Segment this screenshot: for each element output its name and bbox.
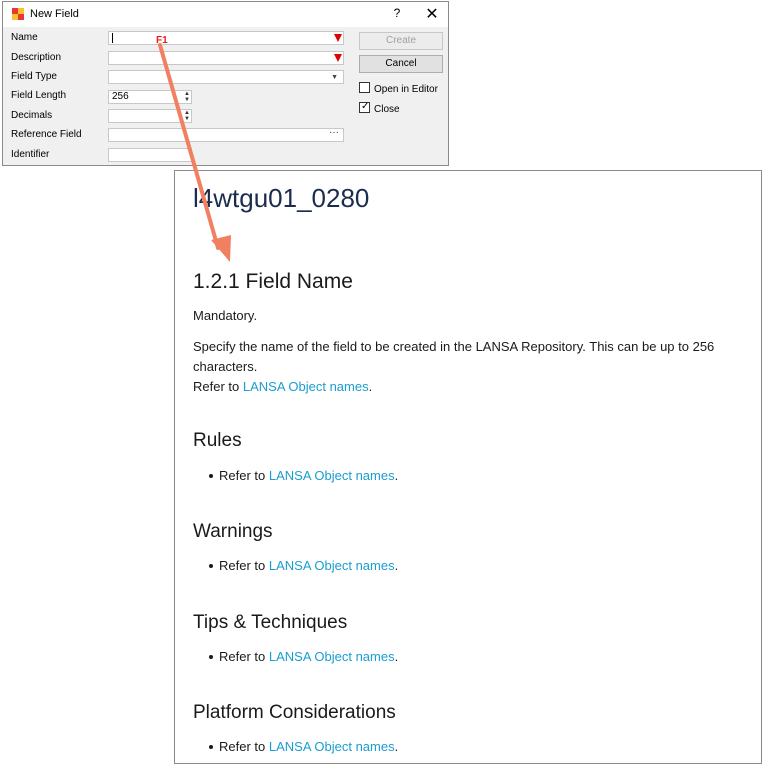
name-input[interactable] [108, 31, 344, 45]
spin-arrows-icon[interactable]: ▲ ▼ [184, 91, 190, 103]
app-icon [12, 8, 24, 20]
tips-list-item: Refer to LANSA Object names. [209, 649, 399, 664]
help-panel: l4wtgu01_0280 1.2.1 Field Name Mandatory… [174, 170, 762, 764]
period: . [368, 379, 373, 394]
bullet-icon [209, 564, 213, 568]
decimals-label: Decimals [11, 110, 53, 121]
description-line-2: characters. [193, 359, 258, 374]
close-checkbox[interactable]: ✓ Close [359, 101, 400, 115]
checkbox-checked-icon[interactable]: ✓ [359, 101, 370, 113]
period: . [394, 649, 399, 664]
close-icon[interactable]: ✕ [424, 4, 440, 24]
identifier-input[interactable] [108, 148, 192, 162]
period: . [394, 558, 399, 573]
dialog-title: New Field [30, 8, 79, 20]
lansa-object-names-link[interactable]: LANSA Object names [269, 468, 395, 483]
rules-list-item: Refer to LANSA Object names. [209, 468, 399, 483]
text-caret [112, 33, 113, 43]
new-field-dialog: New Field ? ✕ Name Description Field Typ… [2, 1, 449, 166]
refer-prefix: Refer to [219, 739, 269, 754]
refer-prefix: Refer to [219, 649, 269, 664]
create-button[interactable]: Create [359, 32, 443, 50]
bullet-icon [209, 655, 213, 659]
reference-field-input[interactable]: ··· [108, 127, 344, 142]
lansa-object-names-link[interactable]: LANSA Object names [269, 649, 395, 664]
lansa-object-names-link[interactable]: LANSA Object names [269, 739, 395, 754]
description-line-1: Specify the name of the field to be crea… [193, 339, 715, 354]
open-in-editor-label: Open in Editor [374, 84, 438, 95]
chevron-down-icon[interactable]: ▼ [331, 72, 338, 84]
bullet-icon [209, 745, 213, 749]
help-heading: 1.2.1 Field Name [193, 270, 353, 293]
spin-arrows-icon[interactable]: ▲ ▼ [184, 110, 190, 122]
field-type-label: Field Type [11, 71, 57, 82]
dialog-titlebar[interactable]: New Field ? ✕ [3, 2, 448, 27]
period: . [394, 739, 399, 754]
field-length-label: Field Length [11, 90, 67, 101]
platform-list-item: Refer to LANSA Object names. [209, 739, 399, 754]
lansa-object-names-link[interactable]: LANSA Object names [243, 379, 369, 394]
description-paragraph: Specify the name of the field to be crea… [193, 337, 753, 397]
warnings-list-item: Refer to LANSA Object names. [209, 558, 399, 573]
field-type-select[interactable]: ▼ [108, 70, 344, 84]
checkbox-unchecked-icon[interactable] [359, 82, 370, 93]
field-length-value: 256 [112, 91, 129, 102]
f1-key-annotation: F1 [156, 35, 168, 46]
lansa-object-names-link[interactable]: LANSA Object names [269, 558, 395, 573]
mandatory-indicator-icon [334, 34, 342, 42]
decimals-stepper[interactable]: ▲ ▼ [108, 109, 192, 123]
reference-field-label: Reference Field [11, 129, 82, 140]
platform-heading: Platform Considerations [193, 702, 396, 723]
name-label: Name [11, 32, 38, 43]
bullet-icon [209, 474, 213, 478]
description-input[interactable] [108, 51, 344, 65]
help-button[interactable]: ? [390, 6, 404, 20]
warnings-heading: Warnings [193, 521, 273, 542]
rules-heading: Rules [193, 430, 242, 451]
close-checkbox-label: Close [374, 104, 400, 115]
refer-prefix: Refer to [193, 379, 243, 394]
help-title: l4wtgu01_0280 [193, 183, 370, 213]
mandatory-indicator-icon [334, 54, 342, 62]
field-length-stepper[interactable]: 256 ▲ ▼ [108, 90, 192, 104]
open-in-editor-checkbox[interactable]: Open in Editor [359, 82, 438, 95]
refer-prefix: Refer to [219, 558, 269, 573]
description-label: Description [11, 52, 62, 63]
period: . [394, 468, 399, 483]
tips-heading: Tips & Techniques [193, 612, 348, 633]
cancel-button[interactable]: Cancel [359, 55, 443, 73]
ellipsis-icon[interactable]: ··· [329, 127, 339, 139]
refer-prefix: Refer to [219, 468, 269, 483]
mandatory-text: Mandatory. [193, 308, 258, 323]
identifier-label: Identifier [11, 149, 50, 160]
